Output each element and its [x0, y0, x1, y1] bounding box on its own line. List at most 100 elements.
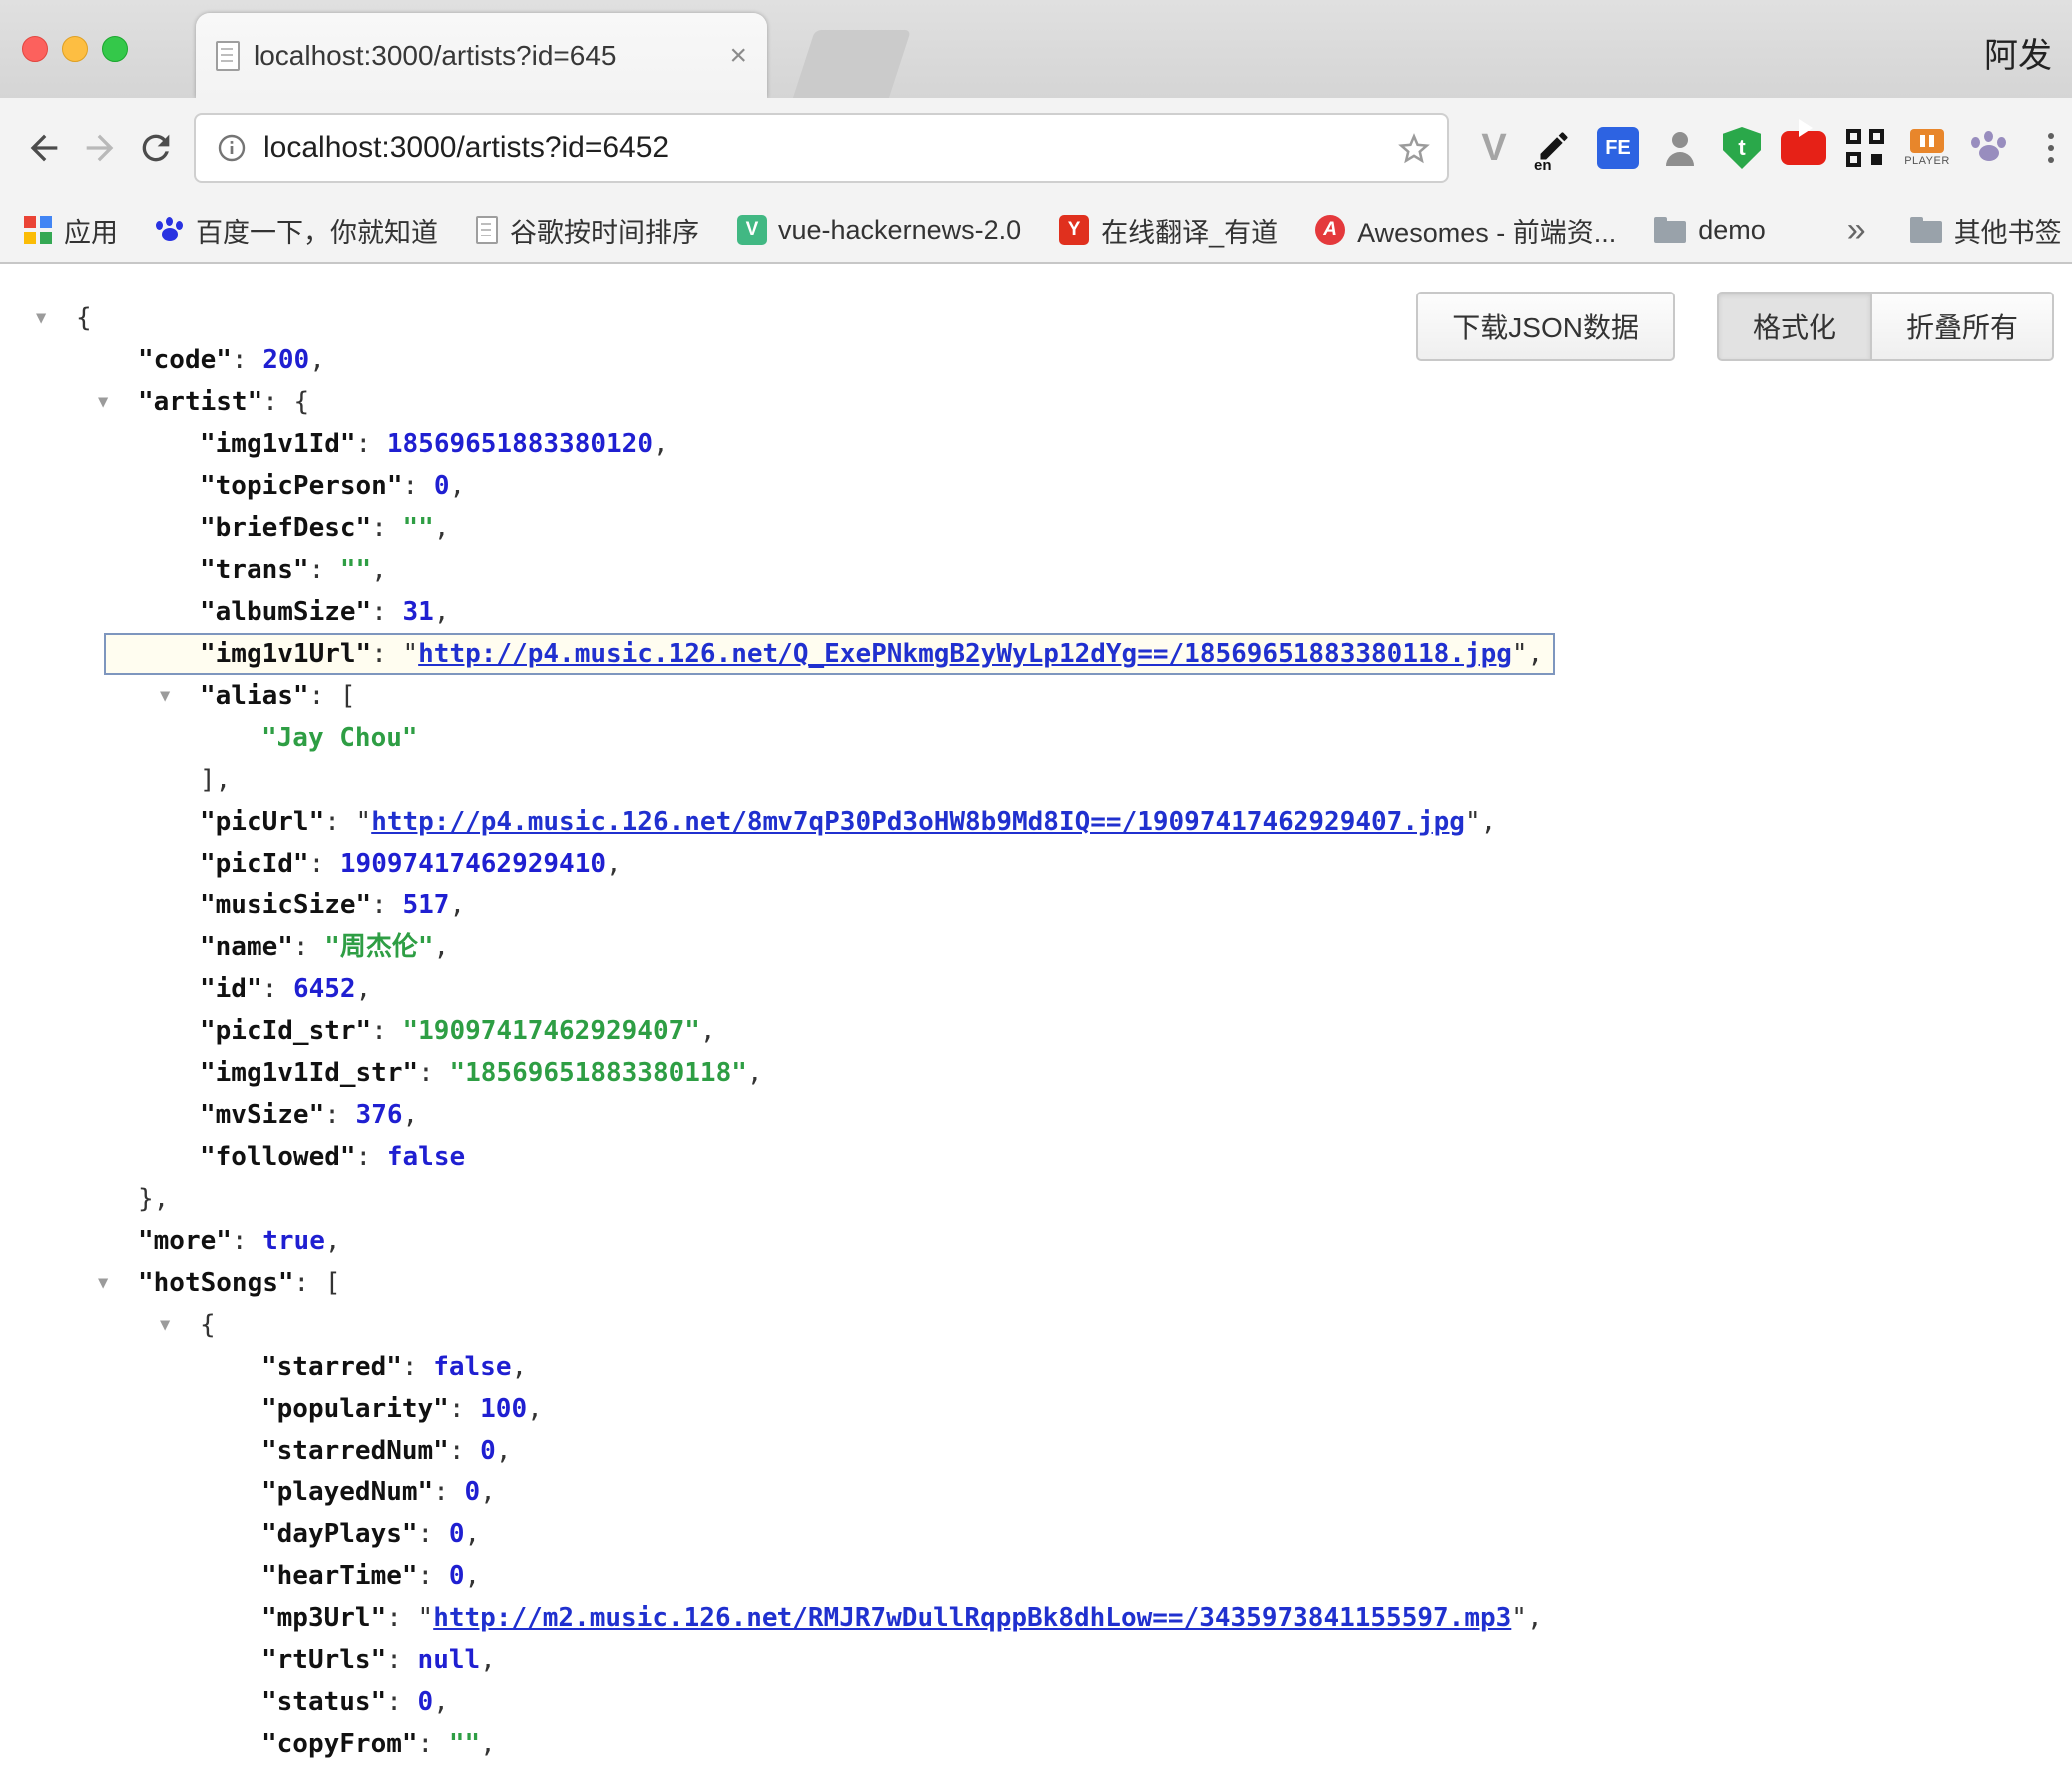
json-quote: "	[1512, 639, 1528, 669]
zoom-window-button[interactable]	[102, 36, 128, 62]
page-info-icon[interactable]	[216, 132, 248, 164]
json-key: "copyFrom"	[261, 1729, 418, 1759]
youtube-extension-icon[interactable]	[1781, 119, 1826, 177]
json-key: "starredNum"	[261, 1436, 449, 1466]
json-punct: :	[262, 387, 293, 417]
bookmark-vue-hackernews[interactable]: V vue-hackernews-2.0	[737, 215, 1021, 246]
json-punct: :	[371, 890, 402, 920]
json-line: "status": 0,	[0, 1681, 2072, 1723]
json-punct: ,	[403, 1100, 419, 1130]
json-punct: {	[294, 387, 310, 417]
new-tab-button[interactable]	[793, 30, 911, 98]
json-key: "followed"	[200, 1142, 356, 1172]
json-line: "picId_str": "19097417462929407",	[0, 1010, 2072, 1052]
forward-button[interactable]	[72, 120, 128, 176]
json-key: "img1v1Id"	[200, 429, 356, 459]
json-string: ""	[449, 1729, 480, 1759]
json-number: 100	[480, 1394, 527, 1424]
json-punct: ,	[449, 890, 465, 920]
json-line: ▼"artist": {	[0, 381, 2072, 423]
folder-icon	[1910, 217, 1942, 243]
profile-name[interactable]: 阿发	[1984, 28, 2052, 77]
json-key: "dayPlays"	[261, 1519, 418, 1549]
person-extension-icon[interactable]	[1657, 119, 1703, 177]
tab-close-icon[interactable]: ×	[729, 41, 747, 71]
vimium-extension-icon[interactable]: V	[1471, 119, 1517, 177]
chrome-menu-button[interactable]	[2028, 119, 2072, 177]
collapse-toggle-icon[interactable]: ▼	[36, 297, 46, 339]
json-line: ▼"alias": [	[0, 675, 2072, 717]
back-button[interactable]	[16, 120, 72, 176]
json-line: "img1v1Id": 18569651883380120,	[0, 423, 2072, 465]
translate-pen-extension-icon[interactable]: en	[1533, 119, 1579, 177]
json-literal: true	[262, 1226, 325, 1256]
minimize-window-button[interactable]	[62, 36, 88, 62]
player-extension-icon[interactable]: PLAYER	[1904, 119, 1950, 177]
json-key: "picId_str"	[200, 1016, 371, 1046]
json-punct: :	[449, 1436, 480, 1466]
bookmark-google-sort[interactable]: 谷歌按时间排序	[476, 211, 699, 250]
browser-tab[interactable]: localhost:3000/artists?id=645 ×	[196, 13, 767, 98]
bookmarks-bar: 应用 百度一下，你就知道 谷歌按时间排序 V vue-hackernews-2.…	[0, 198, 2072, 264]
json-punct: ,	[433, 1687, 449, 1717]
address-bar[interactable]: localhost:3000/artists?id=6452	[194, 113, 1449, 183]
json-punct: :	[293, 932, 324, 962]
json-punct: ,	[496, 1436, 512, 1466]
json-line: "mp3Url": "http://m2.music.126.net/RMJR7…	[0, 1597, 2072, 1639]
navigation-toolbar: localhost:3000/artists?id=6452 V en FE t	[0, 98, 2072, 198]
folder-icon	[1654, 217, 1686, 243]
json-punct: ,	[527, 1394, 543, 1424]
collapse-toggle-icon[interactable]: ▼	[160, 1304, 170, 1346]
reload-button[interactable]	[128, 120, 184, 176]
qr-code-extension-icon[interactable]	[1842, 119, 1888, 177]
tab-favicon	[216, 41, 240, 71]
bookmarks-overflow-chevron[interactable]: »	[1841, 211, 1872, 250]
json-link[interactable]: http://p4.music.126.net/8mv7qP30Pd3oHW8b…	[371, 807, 1465, 837]
json-line: "albumSize": 31,	[0, 591, 2072, 633]
json-string: ""	[340, 555, 371, 585]
json-punct: ,	[747, 1058, 763, 1088]
json-string: "19097417462929407"	[403, 1016, 700, 1046]
json-viewer: ▼{"code": 200,▼"artist": {"img1v1Id": 18…	[0, 264, 2072, 1765]
json-link[interactable]: http://m2.music.126.net/RMJR7wDullRqppBk…	[433, 1603, 1511, 1633]
page-icon	[476, 216, 498, 244]
json-line: "starredNum": 0,	[0, 1430, 2072, 1471]
bookmark-star-icon[interactable]	[1395, 130, 1433, 168]
json-number: 0	[465, 1477, 481, 1507]
json-punct: ,	[356, 974, 372, 1004]
json-punct: :	[294, 1268, 325, 1298]
collapse-toggle-icon[interactable]: ▼	[160, 675, 170, 717]
bookmark-apps[interactable]: 应用	[24, 211, 118, 250]
bookmark-youdao-translate[interactable]: Y 在线翻译_有道	[1059, 211, 1278, 250]
bookmark-awesomes[interactable]: A Awesomes - 前端资...	[1315, 211, 1616, 250]
collapse-toggle-icon[interactable]: ▼	[98, 1262, 108, 1304]
bookmark-baidu[interactable]: 百度一下，你就知道	[156, 211, 438, 250]
json-string: "18569651883380118"	[449, 1058, 746, 1088]
json-line: "Jay Chou"	[0, 717, 2072, 759]
json-punct: ,	[1528, 639, 1544, 669]
fe-extension-icon[interactable]: FE	[1595, 119, 1641, 177]
json-line: },	[0, 1178, 2072, 1220]
json-quote: "	[403, 639, 419, 669]
other-bookmarks-folder[interactable]: 其他书签	[1910, 211, 2062, 250]
json-punct: :	[418, 1058, 449, 1088]
url-text[interactable]: localhost:3000/artists?id=6452	[263, 131, 669, 165]
json-punct: :	[262, 974, 293, 1004]
json-punct: ,	[434, 513, 450, 543]
close-window-button[interactable]	[22, 36, 48, 62]
bookmark-demo-folder[interactable]: demo	[1654, 215, 1766, 246]
json-key: "topicPerson"	[200, 471, 403, 501]
json-punct: :	[356, 1142, 387, 1172]
shield-extension-icon[interactable]: t	[1719, 119, 1765, 177]
json-punct: ,	[511, 1352, 527, 1382]
pen-icon: en	[1536, 128, 1576, 168]
json-line: "followed": false	[0, 1136, 2072, 1178]
collapse-toggle-icon[interactable]: ▼	[98, 381, 108, 423]
json-key: "mvSize"	[200, 1100, 324, 1130]
json-line: "img1v1Id_str": "18569651883380118",	[0, 1052, 2072, 1094]
youdao-icon: Y	[1059, 215, 1089, 245]
json-link[interactable]: http://p4.music.126.net/Q_ExePNkmgB2yWyL…	[418, 639, 1512, 669]
json-number: 200	[262, 345, 309, 375]
paw-extension-icon[interactable]	[1966, 119, 2012, 177]
json-punct: [	[325, 1268, 341, 1298]
